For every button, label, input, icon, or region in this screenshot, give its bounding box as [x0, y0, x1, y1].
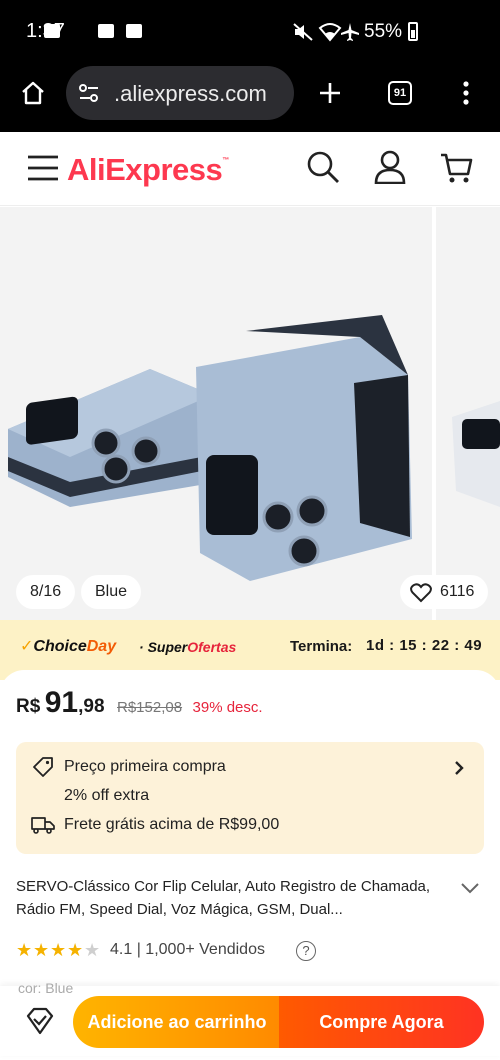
account-icon[interactable]	[374, 150, 406, 184]
browser-toolbar: .aliexpress.com 91	[0, 64, 500, 132]
price-block: R$ 91,98 R$152,08 39% desc.	[16, 686, 263, 720]
likes-count: 6116	[440, 583, 475, 600]
mute-icon	[293, 23, 313, 41]
airplane-mode-icon	[341, 23, 359, 41]
help-icon[interactable]: ?	[296, 941, 316, 961]
rating-row[interactable]: ★ ★ ★ ★ ★ 4.1 | 1,000+ Vendidos ?	[16, 940, 416, 964]
voicemail-icon	[44, 24, 60, 38]
choice-day-label: ✓ChoiceDay	[20, 638, 117, 655]
site-settings-icon[interactable]	[78, 83, 100, 103]
superofertas-label: · SuperOfertas	[139, 639, 237, 655]
product-image-gallery[interactable]: 8/16 Blue 6116	[0, 207, 500, 621]
heart-icon	[410, 583, 432, 603]
star-empty-icon: ★	[84, 940, 101, 960]
new-tab-icon[interactable]	[318, 81, 342, 105]
home-icon[interactable]	[20, 80, 46, 106]
buy-now-button[interactable]: Compre Agora	[279, 996, 484, 1048]
voicemail-icon	[98, 24, 114, 38]
aliexpress-logo[interactable]: AliExpress™	[67, 152, 229, 188]
cart-icon[interactable]	[440, 152, 474, 184]
variant-badge[interactable]: Blue	[81, 575, 142, 609]
price-integer: 91	[44, 686, 79, 719]
tab-switcher-button[interactable]: 91	[388, 81, 412, 105]
offers-box[interactable]: Preço primeira compra 2% off extra Frete…	[16, 742, 484, 854]
countdown-label: Termina:	[290, 638, 353, 655]
original-price: R$152,08	[117, 699, 183, 716]
chevron-right-icon[interactable]	[454, 760, 464, 776]
free-shipping-offer: Frete grátis acima de R$99,00	[64, 816, 280, 833]
product-title[interactable]: SERVO-Clássico Cor Flip Celular, Auto Re…	[16, 875, 446, 921]
price-decimal: ,98	[78, 696, 105, 717]
star-full-icon: ★	[16, 940, 33, 960]
chevron-down-icon[interactable]	[460, 882, 480, 894]
search-icon[interactable]	[306, 150, 340, 184]
choice-badge-icon[interactable]	[24, 1006, 56, 1036]
wifi-icon	[318, 23, 342, 42]
url-text: .aliexpress.com	[114, 81, 267, 106]
star-full-icon: ★	[33, 940, 50, 960]
image-counter: 8/16	[16, 575, 76, 609]
first-purchase-offer: Preço primeira compra	[64, 758, 226, 775]
add-to-cart-button[interactable]: Adicione ao carrinho	[73, 996, 281, 1048]
price-currency: R$	[16, 696, 41, 717]
battery-icon	[408, 22, 418, 41]
more-options-icon[interactable]	[460, 80, 472, 106]
product-image	[0, 207, 500, 621]
app-header: AliExpress™	[0, 132, 500, 206]
battery-percentage: 55%	[364, 21, 403, 42]
tag-icon	[33, 757, 53, 777]
bottom-action-bar: cor: Blue Adicione ao carrinho Compre Ag…	[0, 980, 500, 1056]
variant-row-partial: cor: Blue	[18, 980, 74, 996]
wishlist-button[interactable]: 6116	[400, 575, 489, 609]
rating-and-sales: 4.1 | 1,000+ Vendidos	[110, 941, 265, 958]
star-full-icon: ★	[67, 940, 84, 960]
status-bar: 1:37 55%	[0, 0, 500, 64]
checkbox-notification-icon	[126, 24, 142, 38]
discount-label: 39% desc.	[192, 699, 263, 716]
menu-icon[interactable]	[27, 154, 59, 182]
countdown-timer: 1d : 15 : 22 : 49	[366, 637, 483, 654]
truck-icon	[31, 817, 55, 834]
extra-discount-offer: 2% off extra	[64, 787, 150, 804]
address-bar[interactable]: .aliexpress.com	[66, 66, 294, 120]
star-full-icon: ★	[50, 940, 67, 960]
